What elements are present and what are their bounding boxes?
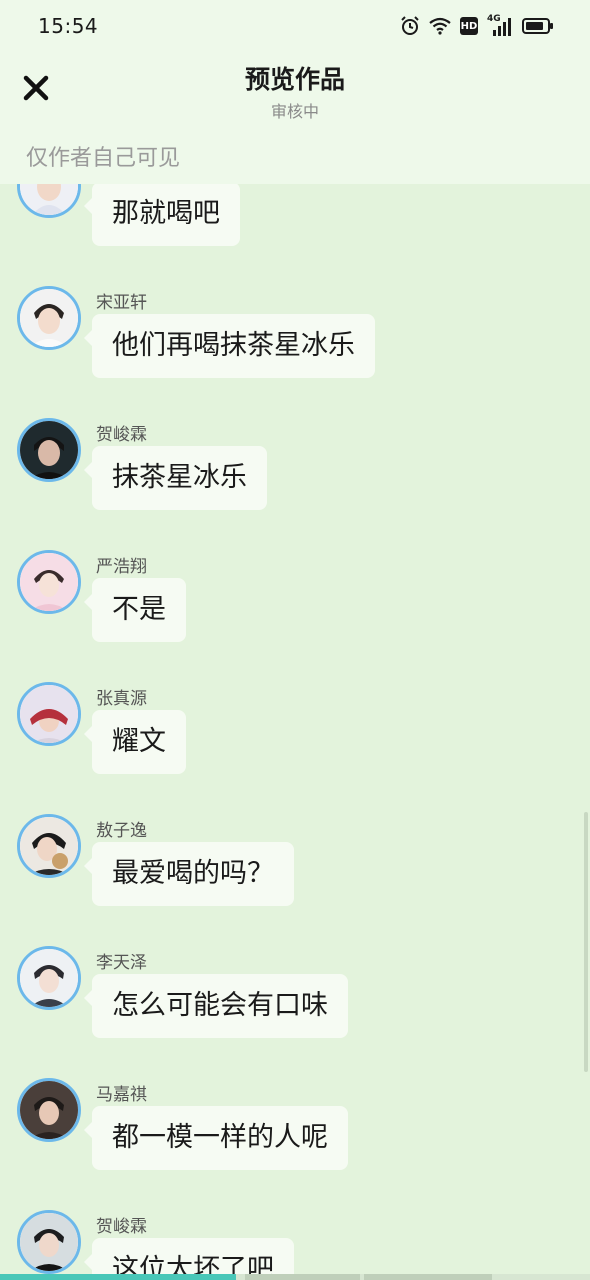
- progress-fill: [0, 1274, 236, 1280]
- chat-message: 马嘉祺 都一模一样的人呢: [0, 1078, 590, 1210]
- hd-icon: HD: [460, 17, 478, 35]
- chat-message: 李天泽 怎么可能会有口味: [0, 946, 590, 1078]
- sender-name: 宋亚轩: [96, 293, 147, 313]
- chat-message: 严浩翔 不是: [0, 550, 590, 682]
- sender-name: 敖子逸: [96, 821, 147, 841]
- message-bubble[interactable]: 抹茶星冰乐: [84, 446, 267, 510]
- message-bubble[interactable]: 最爱喝的吗？: [84, 842, 294, 906]
- nav-bar: 预览作品 审核中: [0, 52, 590, 132]
- progress-bar[interactable]: [0, 1274, 590, 1280]
- sender-name: 严浩翔: [96, 557, 147, 577]
- sender-name: 贺峻霖: [96, 1217, 147, 1237]
- progress-segment: [364, 1274, 492, 1280]
- avatar[interactable]: [17, 814, 81, 878]
- chat-message: 敖子逸 最爱喝的吗？: [0, 814, 590, 946]
- chat-message: 张真源 耀文: [0, 682, 590, 814]
- battery-icon: [522, 17, 554, 35]
- page-title: 预览作品: [244, 65, 345, 94]
- progress-segment: [245, 1274, 360, 1280]
- chat-message: 贺峻霖 抹茶星冰乐: [0, 418, 590, 550]
- sender-name: 贺峻霖: [96, 425, 147, 445]
- avatar[interactable]: [17, 1210, 81, 1274]
- message-bubble[interactable]: 他们再喝抹茶星冰乐: [84, 314, 375, 378]
- screen: 那就喝吧 宋亚轩 他们再喝抹茶星冰乐 贺峻霖 抹茶星冰乐 严浩翔 不是 张真源 …: [0, 0, 590, 1280]
- sender-name: 张真源: [96, 689, 147, 709]
- avatar[interactable]: [17, 946, 81, 1010]
- status-icons: HD 4G: [400, 14, 554, 38]
- chat-message: 宋亚轩 他们再喝抹茶星冰乐: [0, 286, 590, 418]
- scrollbar[interactable]: [584, 812, 588, 1072]
- visibility-note: 仅作者自己可见: [26, 146, 181, 171]
- header: 15:54 HD 4G 预览作品 审核中 仅作者自己可见: [0, 0, 590, 184]
- message-bubble[interactable]: 那就喝吧: [84, 182, 240, 246]
- sender-name: 马嘉祺: [96, 1085, 147, 1105]
- alarm-icon: [400, 16, 420, 36]
- signal-icon: 4G: [487, 14, 513, 36]
- chat-message: 贺峻霖 这位太坏了吧: [0, 1210, 590, 1280]
- status-time: 15:54: [38, 14, 99, 38]
- message-bubble[interactable]: 怎么可能会有口味: [84, 974, 348, 1038]
- avatar[interactable]: [17, 418, 81, 482]
- wifi-icon: [429, 17, 451, 35]
- avatar[interactable]: [17, 550, 81, 614]
- message-bubble[interactable]: 耀文: [84, 710, 186, 774]
- message-bubble[interactable]: 都一模一样的人呢: [84, 1106, 348, 1170]
- avatar[interactable]: [17, 286, 81, 350]
- avatar[interactable]: [17, 1078, 81, 1142]
- review-status: 审核中: [270, 102, 319, 121]
- avatar[interactable]: [17, 682, 81, 746]
- status-bar: 15:54 HD 4G: [0, 0, 590, 52]
- message-bubble[interactable]: 不是: [84, 578, 186, 642]
- sender-name: 李天泽: [96, 953, 147, 973]
- chat-list[interactable]: 那就喝吧 宋亚轩 他们再喝抹茶星冰乐 贺峻霖 抹茶星冰乐 严浩翔 不是 张真源 …: [0, 0, 590, 1280]
